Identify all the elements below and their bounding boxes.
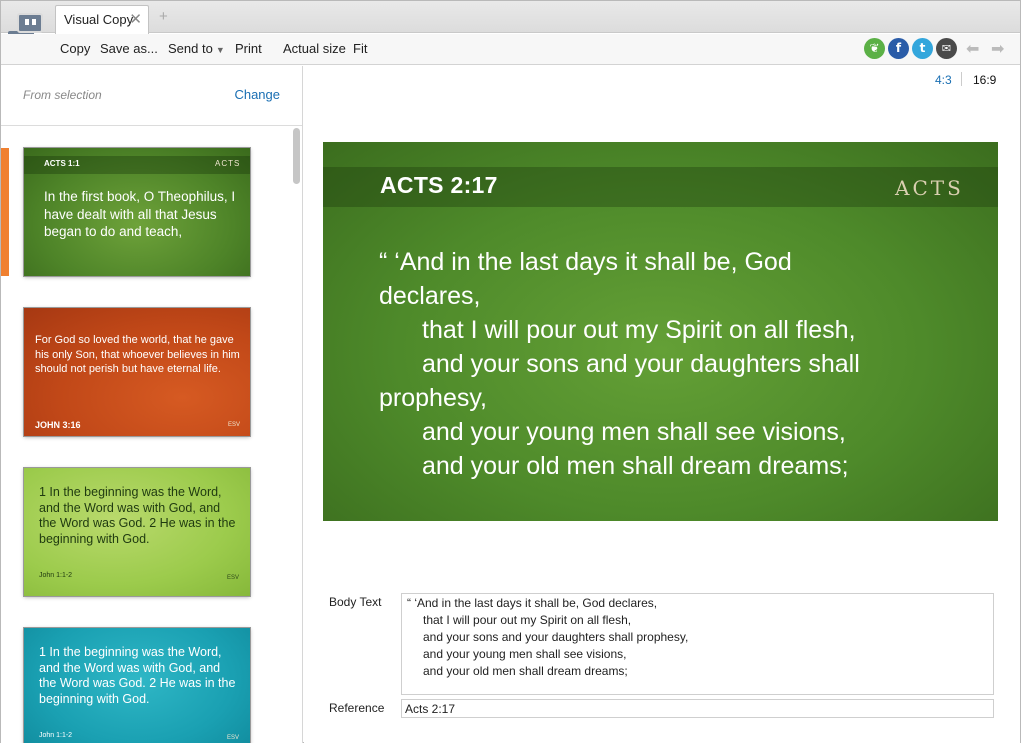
reference-value: Acts 2:17 xyxy=(405,702,456,716)
add-tab-icon[interactable]: + xyxy=(159,8,168,25)
actual-size-button[interactable]: Actual size xyxy=(283,41,346,56)
body-line: “ ‘And in the last days it shall be, God… xyxy=(407,596,658,610)
preview-line: and your sons and your daughters shall xyxy=(422,350,860,378)
preview-book-logo: ACTS xyxy=(895,176,964,200)
slide-thumbnail[interactable]: 1 In the beginning was the Word, and the… xyxy=(24,468,250,596)
divider xyxy=(1,125,302,126)
body-text-label: Body Text xyxy=(329,595,382,609)
divider xyxy=(961,72,962,86)
preview-line: prophesy, xyxy=(379,384,487,412)
thumb-version: ESV xyxy=(227,735,240,741)
thumb-text: In the first book, O Theophilus, I have … xyxy=(44,189,236,239)
change-link[interactable]: Change xyxy=(234,87,280,102)
preview-line: and your young men shall see visions, xyxy=(422,418,846,446)
thumb-version: ACTS xyxy=(215,159,241,168)
body-line: and your old men shall dream dreams; xyxy=(423,664,628,678)
tab-strip: Visual Copy ✕ + xyxy=(1,1,1020,34)
thumb-version: ESV xyxy=(227,575,240,581)
preview-line: “ ‘And in the last days it shall be, God xyxy=(379,248,792,276)
faithlife-share-icon[interactable]: ❦ xyxy=(864,38,885,59)
close-icon[interactable]: ✕ xyxy=(129,10,142,28)
body-line: that I will pour out my Spirit on all fl… xyxy=(423,613,632,627)
twitter-share-icon[interactable]: t xyxy=(912,38,933,59)
thumb-reference: JOHN 3:16 xyxy=(35,420,81,430)
selection-marker xyxy=(1,148,9,276)
copy-button[interactable]: Copy xyxy=(60,41,90,56)
tab-label: Visual Copy xyxy=(64,12,134,27)
slide-thumbnail[interactable]: 1 In the beginning was the Word, and the… xyxy=(24,628,250,743)
thumb-text: 1 In the beginning was the Word, and the… xyxy=(39,485,236,546)
body-line: and your sons and your daughters shall p… xyxy=(423,630,689,644)
email-share-icon[interactable]: ✉ xyxy=(936,38,957,59)
quote-bubble-icon xyxy=(17,13,43,33)
preview-line: and your old men shall dream dreams; xyxy=(422,452,849,480)
body-line: and your young men shall see visions, xyxy=(423,647,627,661)
scroll-thumb[interactable] xyxy=(293,128,300,184)
slide-list-panel: From selection Change ACTS 1:1 ACTS In t… xyxy=(1,66,303,743)
aspect-4-3-button[interactable]: 4:3 xyxy=(935,73,952,87)
forward-arrow-icon[interactable]: ➡ xyxy=(991,39,1004,59)
print-button[interactable]: Print xyxy=(235,41,262,56)
back-arrow-icon[interactable]: ⬅ xyxy=(966,39,979,59)
thumb-text: For God so loved the world, that he gave… xyxy=(35,334,240,375)
save-as-button[interactable]: Save as... xyxy=(100,41,158,56)
from-selection-label: From selection xyxy=(23,88,102,102)
send-to-label: Send to xyxy=(168,41,213,56)
chevron-down-icon: ▼ xyxy=(215,45,225,55)
thumb-reference: John 1:1-2 xyxy=(39,572,73,579)
fit-button[interactable]: Fit xyxy=(353,41,367,56)
scrollbar[interactable] xyxy=(293,128,300,740)
body-text-field[interactable]: “ ‘And in the last days it shall be, God… xyxy=(401,593,994,695)
thumb-version: ESV xyxy=(228,422,241,428)
visual-copy-window: Visual Copy ✕ + ▼ Copy Save as... Send t… xyxy=(0,0,1021,743)
reference-label: Reference xyxy=(329,701,385,715)
tab-visual-copy[interactable]: Visual Copy ✕ xyxy=(55,5,149,34)
thumb-reference: John 1:1-2 xyxy=(39,732,73,739)
editor-panel: 4:3 16:9 ACTS 2:17 ACTS “ ‘And in the la… xyxy=(304,66,1020,743)
aspect-16-9-button[interactable]: 16:9 xyxy=(973,73,996,87)
preview-line: that I will pour out my Spirit on all fl… xyxy=(422,316,856,344)
thumb-reference: ACTS 1:1 xyxy=(44,159,80,168)
slide-thumbnail[interactable]: For God so loved the world, that he gave… xyxy=(24,308,250,436)
slide-thumbnail[interactable]: ACTS 1:1 ACTS In the first book, O Theop… xyxy=(24,148,250,276)
slide-preview: ACTS 2:17 ACTS “ ‘And in the last days i… xyxy=(323,142,998,521)
toolbar: Copy Save as... Send to ▼ Print Actual si… xyxy=(1,34,1020,65)
reference-field[interactable]: Acts 2:17 xyxy=(401,699,994,718)
send-to-button[interactable]: Send to ▼ xyxy=(168,41,225,56)
preview-line: declares, xyxy=(379,282,481,310)
preview-reference: ACTS 2:17 xyxy=(380,172,498,198)
thumb-text: 1 In the beginning was the Word, and the… xyxy=(39,645,236,706)
facebook-share-icon[interactable]: f xyxy=(888,38,909,59)
